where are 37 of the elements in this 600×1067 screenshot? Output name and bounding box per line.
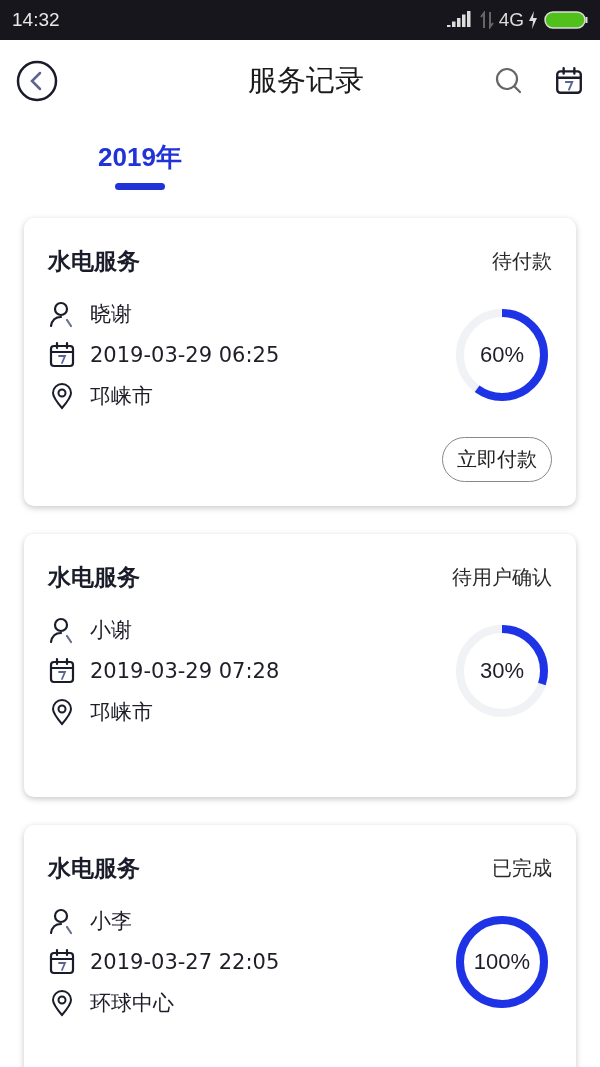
record-status: 待付款 bbox=[492, 248, 552, 275]
record-datetime: 2019-03-29 06:25 bbox=[90, 343, 280, 367]
service-name: 水电服务 bbox=[48, 563, 140, 592]
network-type: 4G bbox=[498, 9, 524, 31]
progress-percent: 100% bbox=[473, 949, 531, 975]
calendar-icon bbox=[48, 657, 76, 685]
record-status: 待用户确认 bbox=[452, 564, 552, 591]
record-card[interactable]: 水电服务 已完成 小李 2019-03-27 22:05 环球中心 100% bbox=[24, 825, 576, 1067]
record-status: 已完成 bbox=[492, 855, 552, 882]
back-button[interactable] bbox=[16, 60, 58, 102]
calendar-icon bbox=[554, 66, 584, 96]
record-card[interactable]: 水电服务 待付款 晓谢 2019-03-29 06:25 邛崃市 60% 立即付款 bbox=[24, 218, 576, 506]
record-location: 环球中心 bbox=[90, 990, 174, 1017]
record-datetime: 2019-03-27 22:05 bbox=[90, 950, 280, 974]
service-name: 水电服务 bbox=[48, 854, 140, 883]
status-time: 14:32 bbox=[12, 9, 60, 31]
service-name: 水电服务 bbox=[48, 247, 140, 276]
person-name: 小谢 bbox=[90, 617, 132, 644]
progress-percent: 30% bbox=[480, 658, 524, 684]
search-button[interactable] bbox=[494, 66, 524, 96]
progress-percent: 60% bbox=[480, 342, 524, 368]
signal-icon bbox=[446, 11, 473, 29]
record-location: 邛崃市 bbox=[90, 383, 153, 410]
record-datetime: 2019-03-29 07:28 bbox=[90, 659, 280, 683]
calendar-icon bbox=[48, 341, 76, 369]
person-name: 小李 bbox=[90, 908, 132, 935]
data-arrows-icon bbox=[478, 11, 495, 29]
charging-icon bbox=[528, 11, 538, 29]
person-name: 晓谢 bbox=[90, 301, 132, 328]
calendar-button[interactable] bbox=[554, 66, 584, 96]
year-tab[interactable]: 2019年 bbox=[98, 140, 182, 198]
battery-icon bbox=[544, 11, 588, 29]
record-card[interactable]: 水电服务 待用户确认 小谢 2019-03-29 07:28 邛崃市 30% bbox=[24, 534, 576, 797]
calendar-icon bbox=[48, 948, 76, 976]
page-title: 服务记录 bbox=[247, 62, 365, 99]
record-location: 邛崃市 bbox=[90, 699, 153, 726]
pay-now-button[interactable]: 立即付款 bbox=[442, 437, 552, 482]
